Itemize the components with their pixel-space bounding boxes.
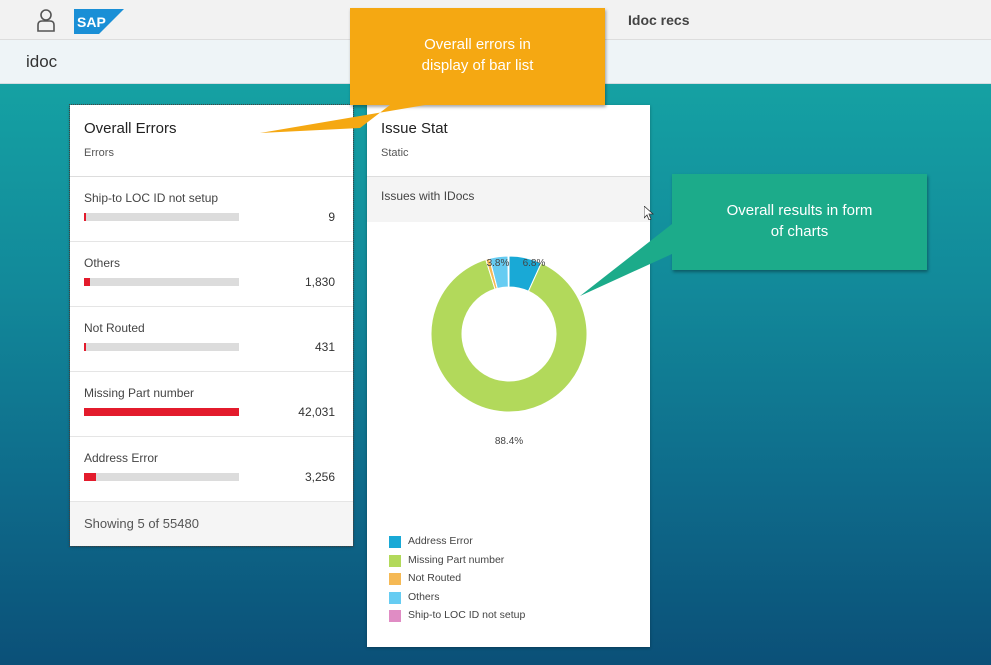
bar-list-item[interactable]: Others 1,830 [70, 242, 353, 307]
bar-list: Ship-to LOC ID not setup 9 Others 1,830 Not … [70, 177, 353, 502]
legend-swatch [389, 610, 401, 623]
card-footer: Showing 5 of 55480 [70, 502, 353, 546]
bar-label: Ship-to LOC ID not setup [84, 191, 219, 205]
bar-value: 9 [328, 210, 335, 224]
section-title: Issues with IDocs [381, 189, 475, 203]
bar-fill [84, 473, 97, 481]
legend-label: Missing Part number [408, 553, 505, 566]
bar-track [84, 473, 239, 481]
callout-line-2: of charts [770, 223, 829, 240]
bar-value: 1,830 [304, 275, 335, 289]
page-title: idoc [26, 52, 58, 71]
bar-fill [84, 278, 91, 286]
bar-track [84, 408, 239, 416]
callout-line-2: display of bar list [421, 57, 534, 74]
callout-text: Overall results in form of charts [672, 200, 927, 242]
bar-label: Not Routed [84, 321, 145, 335]
callout-charts: Overall results in form of charts [580, 174, 927, 296]
overall-errors-card[interactable]: Overall Errors Errors Ship-to LOC ID not… [69, 104, 354, 547]
user-icon[interactable] [36, 8, 56, 32]
legend-label: Not Routed [408, 572, 462, 585]
legend-swatch [389, 536, 401, 548]
bar-label: Missing Part number [84, 386, 195, 400]
sap-logo-text: SAP [77, 14, 106, 30]
bar-fill [84, 213, 86, 221]
donut-data-label: 3.8% [487, 258, 510, 269]
card-subtitle: Static [381, 147, 409, 159]
bar-label: Address Error [84, 451, 159, 465]
issue-stat-card[interactable]: Issue Stat Static Issues with IDocs 6.8%… [367, 105, 650, 647]
bar-fill [84, 343, 86, 351]
app-title: Idoc recs [628, 12, 690, 28]
callout-errors: Overall errors in display of bar list [260, 8, 605, 133]
bar-list-item[interactable]: Address Error 3,256 [70, 437, 353, 502]
bar-track [84, 278, 239, 286]
donut-data-label: 6.8% [523, 258, 546, 269]
callout-text: Overall errors in display of bar list [350, 34, 605, 76]
legend-label: Others [408, 590, 440, 603]
legend-label: Address Error [408, 535, 473, 547]
bar-list-item[interactable]: Missing Part number 42,031 [70, 372, 353, 437]
legend-swatch [389, 591, 401, 604]
bar-track [84, 213, 239, 221]
card-subtitle: Errors [84, 147, 114, 159]
bar-fill [84, 408, 239, 416]
bar-value: 3,256 [304, 470, 335, 484]
card-title: Issue Stat [381, 120, 448, 137]
chart-section-title: Issues with IDocs [367, 177, 650, 222]
card-header[interactable]: Overall Errors Errors [70, 105, 353, 177]
legend-swatch [389, 554, 401, 567]
callout-line-1: Overall errors in [424, 36, 531, 53]
callout-line-1: Overall results in form [726, 202, 873, 219]
bar-label: Others [84, 256, 121, 270]
donut-chart[interactable]: 6.8% 88.4% 3.8% [381, 222, 636, 522]
mouse-cursor-icon [644, 206, 654, 220]
bar-value: 42,031 [298, 405, 335, 419]
showing-count: Showing 5 of 55480 [84, 516, 199, 531]
sap-logo[interactable]: SAP [74, 9, 124, 34]
bar-list-item[interactable]: Ship-to LOC ID not setup 9 [70, 177, 353, 242]
bar-value: 431 [314, 340, 335, 354]
card-header[interactable]: Issue Stat Static [367, 105, 650, 177]
legend-swatch [389, 573, 401, 586]
bar-list-item[interactable]: Not Routed 431 [70, 307, 353, 372]
legend-label: Ship-to LOC ID not setup [408, 609, 526, 622]
bar-track [84, 343, 239, 351]
donut-data-label: 88.4% [495, 436, 523, 447]
